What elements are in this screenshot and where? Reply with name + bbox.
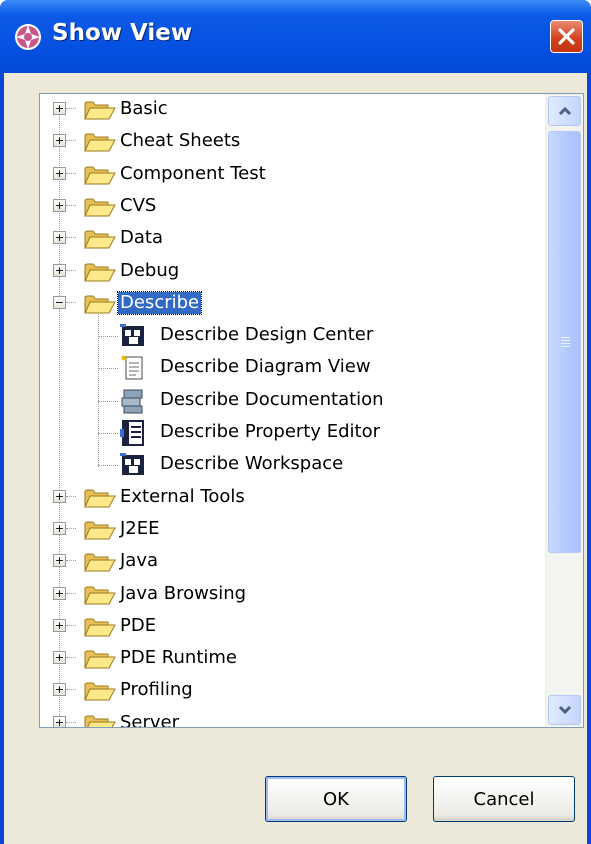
show-view-icon bbox=[15, 24, 41, 50]
tree-item-folder[interactable]: + Profiling bbox=[40, 675, 545, 707]
tree-item-label[interactable]: Cheat Sheets bbox=[118, 130, 242, 152]
expand-toggle[interactable]: + bbox=[53, 198, 66, 212]
folder-open-icon bbox=[84, 293, 116, 315]
tree-item-folder[interactable]: + Cheat Sheets bbox=[40, 126, 545, 158]
tree-item-label[interactable]: Describe Property Editor bbox=[158, 421, 382, 443]
folder-icon bbox=[84, 228, 116, 250]
documentation-icon bbox=[120, 387, 146, 415]
view-tree[interactable]: + Basic + Cheat Sheets + Component Test + CVS + D… bbox=[39, 93, 584, 728]
expand-toggle[interactable]: + bbox=[53, 263, 66, 277]
workspace-icon bbox=[120, 451, 146, 479]
close-button[interactable] bbox=[550, 20, 583, 53]
show-view-dialog: Show View + Basic + Cheat Sheets + Component … bbox=[0, 0, 591, 844]
tree-item-folder[interactable]: + Basic bbox=[40, 94, 545, 126]
tree-item-folder[interactable]: + Component Test bbox=[40, 159, 545, 191]
tree-item-folder[interactable]: + J2EE bbox=[40, 514, 545, 546]
property-editor-icon bbox=[120, 419, 146, 447]
cancel-button[interactable]: Cancel bbox=[433, 776, 575, 822]
folder-icon bbox=[84, 131, 116, 153]
scroll-thumb[interactable] bbox=[548, 131, 581, 553]
expand-toggle[interactable]: + bbox=[53, 715, 66, 727]
vertical-scrollbar[interactable] bbox=[545, 94, 583, 727]
chevron-up-icon bbox=[558, 106, 572, 116]
folder-icon bbox=[84, 680, 116, 702]
expand-toggle[interactable]: + bbox=[53, 231, 66, 245]
tree-item-label[interactable]: Component Test bbox=[118, 163, 268, 185]
scroll-down-button[interactable] bbox=[548, 695, 581, 725]
tree-item-label[interactable]: J2EE bbox=[118, 518, 162, 540]
folder-icon bbox=[84, 713, 116, 727]
folder-icon bbox=[84, 551, 116, 573]
tree-item-label[interactable]: Basic bbox=[118, 98, 170, 120]
tree-content: + Basic + Cheat Sheets + Component Test + CVS + D… bbox=[40, 94, 545, 727]
tree-item-view[interactable]: Describe Property Editor bbox=[40, 417, 545, 449]
tree-item-label[interactable]: Describe Diagram View bbox=[158, 356, 373, 378]
folder-icon bbox=[84, 584, 116, 606]
tree-item-label[interactable]: Java bbox=[118, 550, 160, 572]
folder-icon bbox=[84, 519, 116, 541]
title-bar[interactable]: Show View bbox=[0, 0, 591, 82]
expand-toggle[interactable]: + bbox=[53, 521, 66, 535]
folder-icon bbox=[84, 487, 116, 509]
dialog-body: + Basic + Cheat Sheets + Component Test + CVS + D… bbox=[4, 73, 587, 844]
tree-item-label[interactable]: PDE Runtime bbox=[118, 647, 239, 669]
expand-toggle[interactable]: + bbox=[53, 586, 66, 600]
tree-item-label[interactable]: Data bbox=[118, 227, 165, 249]
tree-item-folder[interactable]: + PDE Runtime bbox=[40, 643, 545, 675]
tree-item-view[interactable]: Describe Documentation bbox=[40, 385, 545, 417]
tree-item-label[interactable]: Server bbox=[118, 712, 181, 727]
tree-item-folder[interactable]: − Describe bbox=[40, 288, 545, 320]
expand-toggle[interactable]: + bbox=[53, 102, 66, 115]
chevron-down-icon bbox=[558, 705, 572, 715]
tree-item-label[interactable]: External Tools bbox=[118, 486, 247, 508]
folder-icon bbox=[84, 616, 116, 638]
scroll-up-button[interactable] bbox=[548, 96, 581, 126]
expand-toggle[interactable]: + bbox=[53, 651, 66, 665]
tree-item-folder[interactable]: + PDE bbox=[40, 611, 545, 643]
folder-icon bbox=[84, 261, 116, 283]
tree-item-view[interactable]: Describe Workspace bbox=[40, 449, 545, 481]
tree-item-folder[interactable]: + External Tools bbox=[40, 482, 545, 514]
tree-item-label[interactable]: CVS bbox=[118, 195, 158, 217]
tree-item-folder[interactable]: + Debug bbox=[40, 256, 545, 288]
folder-icon bbox=[84, 196, 116, 218]
folder-icon bbox=[84, 164, 116, 186]
close-icon bbox=[558, 28, 575, 45]
tree-item-folder[interactable]: + Java bbox=[40, 546, 545, 578]
tree-item-view[interactable]: Describe Design Center bbox=[40, 320, 545, 352]
expand-toggle[interactable]: + bbox=[53, 618, 66, 632]
tree-item-label[interactable]: Java Browsing bbox=[118, 583, 248, 605]
tree-item-label[interactable]: Describe bbox=[116, 290, 203, 315]
tree-item-label[interactable]: Describe Workspace bbox=[158, 453, 345, 475]
expand-toggle[interactable]: + bbox=[53, 554, 66, 568]
expand-toggle[interactable]: + bbox=[53, 134, 66, 148]
design-center-icon bbox=[120, 322, 146, 350]
expand-toggle[interactable]: + bbox=[53, 166, 66, 180]
tree-item-label[interactable]: Describe Design Center bbox=[158, 324, 375, 346]
expand-toggle[interactable]: + bbox=[53, 683, 66, 697]
expand-toggle[interactable]: + bbox=[53, 489, 66, 503]
folder-icon bbox=[84, 648, 116, 670]
tree-item-label[interactable]: Profiling bbox=[118, 679, 195, 701]
diagram-view-icon bbox=[120, 354, 146, 382]
tree-item-label[interactable]: Describe Documentation bbox=[158, 389, 386, 411]
collapse-toggle[interactable]: − bbox=[53, 295, 66, 309]
dialog-title: Show View bbox=[52, 20, 193, 46]
ok-button[interactable]: OK bbox=[265, 776, 407, 822]
tree-item-label[interactable]: PDE bbox=[118, 615, 158, 637]
tree-item-view[interactable]: Describe Diagram View bbox=[40, 352, 545, 384]
folder-icon bbox=[84, 99, 116, 121]
tree-item-folder[interactable]: + Data bbox=[40, 223, 545, 255]
tree-item-folder[interactable]: + Java Browsing bbox=[40, 579, 545, 611]
tree-item-folder[interactable]: + CVS bbox=[40, 191, 545, 223]
tree-item-folder[interactable]: + Server bbox=[40, 708, 545, 727]
tree-item-label[interactable]: Debug bbox=[118, 260, 181, 282]
